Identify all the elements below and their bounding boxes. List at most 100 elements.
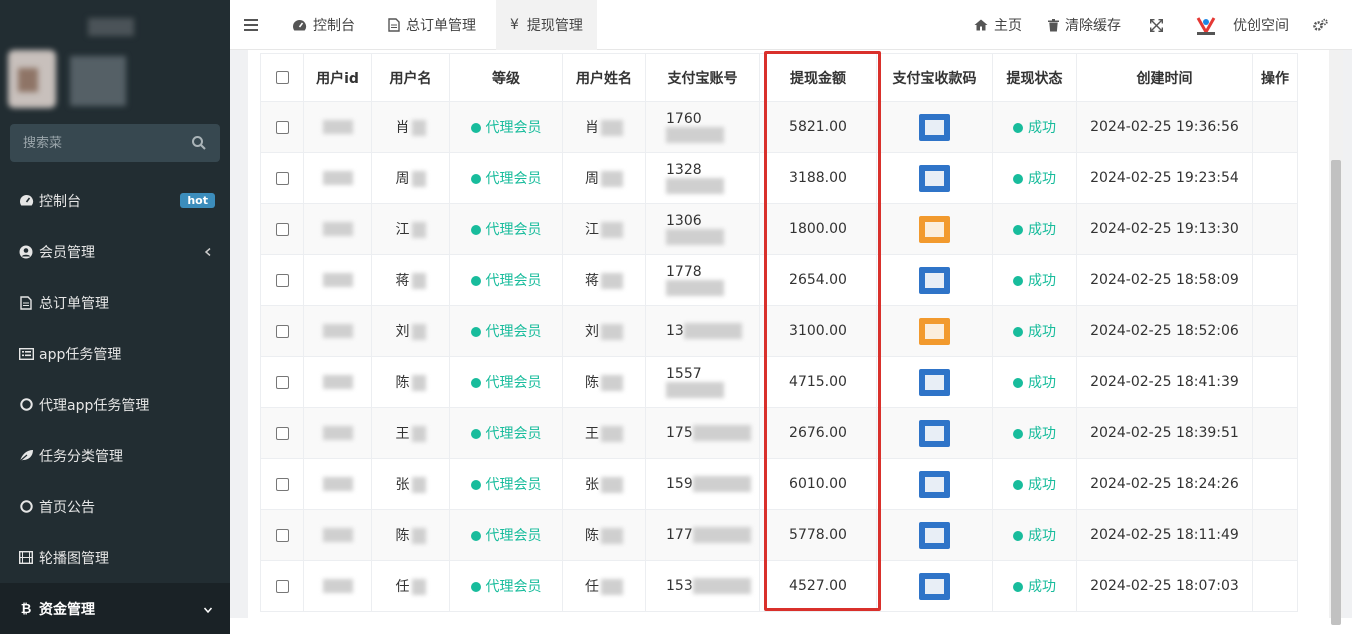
header-cell[interactable]: 支付宝账号 — [645, 53, 760, 102]
qr-code-thumbnail[interactable] — [919, 470, 950, 498]
alipay-account-cell: 153 — [645, 560, 760, 612]
actions-cell[interactable] — [1252, 305, 1298, 357]
tab-orders[interactable]: 总订单管理 — [374, 0, 490, 50]
sidebar-item-orders[interactable]: 总订单管理 — [0, 277, 230, 328]
header-cell[interactable]: 支付宝收款码 — [876, 53, 993, 102]
row-select-cell[interactable] — [260, 407, 304, 459]
qr-code-thumbnail[interactable] — [919, 215, 950, 243]
tab-dashboard[interactable]: 控制台 — [278, 0, 369, 50]
header-cell[interactable]: 创建时间 — [1076, 53, 1253, 102]
sidebar-toggle-button[interactable] — [244, 0, 264, 50]
qr-code-thumbnail[interactable] — [919, 164, 950, 192]
qr-cell[interactable] — [876, 101, 993, 153]
qr-code-thumbnail[interactable] — [919, 419, 950, 447]
header-cell[interactable]: 等级 — [449, 53, 563, 102]
masked-username — [411, 324, 426, 340]
qr-code-thumbnail[interactable] — [919, 113, 950, 141]
header-cell[interactable]: 用户姓名 — [562, 53, 646, 102]
sidebar-item-dashboard[interactable]: 控制台 hot — [0, 175, 230, 226]
tab-withdrawals[interactable]: ¥ 提现管理 — [496, 0, 597, 50]
qr-cell[interactable] — [876, 407, 993, 459]
checkbox[interactable] — [275, 477, 289, 491]
row-select-cell[interactable] — [260, 356, 304, 408]
user-id-cell — [303, 407, 372, 459]
sidebar-item-announcements[interactable]: 首页公告 — [0, 481, 230, 532]
hot-badge: hot — [180, 193, 215, 208]
qr-cell[interactable] — [876, 152, 993, 204]
header-cell[interactable]: 用户id — [303, 53, 372, 102]
actions-cell[interactable] — [1252, 560, 1298, 612]
qr-code-thumbnail[interactable] — [919, 368, 950, 396]
row-select-cell[interactable] — [260, 509, 304, 561]
status-cell: 成功 — [992, 305, 1077, 357]
checkbox[interactable] — [275, 171, 289, 185]
sidebar: 控制台 hot 会员管理 总订单管理 app任务管理 代理app任务管理 任务分… — [0, 0, 230, 634]
header-select-all[interactable] — [260, 53, 304, 102]
checkbox[interactable] — [275, 426, 289, 440]
row-select-cell[interactable] — [260, 203, 304, 255]
qr-code-thumbnail[interactable] — [919, 572, 950, 600]
checkbox[interactable] — [275, 71, 289, 84]
row-select-cell[interactable] — [260, 305, 304, 357]
settings-button[interactable] — [1313, 0, 1334, 50]
actions-cell[interactable] — [1252, 356, 1298, 408]
qr-cell[interactable] — [876, 305, 993, 357]
brand-link[interactable]: 优创空间 — [1195, 0, 1289, 50]
created-time-cell: 2024-02-25 18:52:06 — [1076, 305, 1253, 357]
row-select-cell[interactable] — [260, 458, 304, 510]
qr-cell[interactable] — [876, 458, 993, 510]
status-text: 成功 — [1028, 273, 1056, 289]
qr-code-thumbnail[interactable] — [919, 266, 950, 294]
sidebar-item-app-tasks[interactable]: app任务管理 — [0, 328, 230, 379]
header-cell[interactable]: 提现状态 — [992, 53, 1077, 102]
created-time-text: 2024-02-25 18:24:26 — [1090, 476, 1239, 492]
masked-user-id — [322, 120, 353, 134]
actions-cell[interactable] — [1252, 407, 1298, 459]
scrollbar-thumb[interactable] — [1331, 160, 1341, 625]
status-text: 成功 — [1028, 528, 1056, 544]
sidebar-item-members[interactable]: 会员管理 — [0, 226, 230, 277]
header-cell[interactable]: 用户名 — [371, 53, 450, 102]
checkbox[interactable] — [275, 324, 289, 338]
actions-cell[interactable] — [1252, 509, 1298, 561]
sidebar-item-task-categories[interactable]: 任务分类管理 — [0, 430, 230, 481]
qr-cell[interactable] — [876, 356, 993, 408]
actions-cell[interactable] — [1252, 203, 1298, 255]
checkbox[interactable] — [275, 273, 289, 287]
home-link[interactable]: 主页 — [974, 0, 1022, 50]
qr-cell[interactable] — [876, 509, 993, 561]
row-select-cell[interactable] — [260, 101, 304, 153]
checkbox[interactable] — [275, 528, 289, 542]
row-select-cell[interactable] — [260, 152, 304, 204]
scrollbar[interactable] — [1329, 50, 1343, 625]
checkbox[interactable] — [275, 222, 289, 236]
actions-cell[interactable] — [1252, 458, 1298, 510]
realname-cell: 江 — [562, 203, 646, 255]
masked-realname — [601, 477, 623, 493]
checkbox[interactable] — [275, 375, 289, 389]
qr-cell[interactable] — [876, 560, 993, 612]
checkbox[interactable] — [275, 579, 289, 593]
created-time-text: 2024-02-25 18:52:06 — [1090, 323, 1239, 339]
status-cell: 成功 — [992, 203, 1077, 255]
username-cell: 周 — [371, 152, 450, 204]
row-select-cell[interactable] — [260, 254, 304, 306]
actions-cell[interactable] — [1252, 152, 1298, 204]
masked-user-id — [322, 375, 353, 389]
sidebar-item-agent-app-tasks[interactable]: 代理app任务管理 — [0, 379, 230, 430]
clear-cache-button[interactable]: 清除缓存 — [1048, 0, 1121, 50]
qr-code-thumbnail[interactable] — [919, 521, 950, 549]
sidebar-search-input[interactable] — [10, 124, 180, 162]
actions-cell[interactable] — [1252, 101, 1298, 153]
qr-code-thumbnail[interactable] — [919, 317, 950, 345]
sidebar-item-carousel[interactable]: 轮播图管理 — [0, 532, 230, 583]
fullscreen-button[interactable] — [1150, 0, 1169, 50]
user-id-cell — [303, 356, 372, 408]
qr-cell[interactable] — [876, 203, 993, 255]
search-icon[interactable] — [191, 135, 207, 151]
row-select-cell[interactable] — [260, 560, 304, 612]
checkbox[interactable] — [275, 120, 289, 134]
sidebar-item-funds[interactable]: ₿ 资金管理 — [0, 583, 230, 634]
qr-cell[interactable] — [876, 254, 993, 306]
actions-cell[interactable] — [1252, 254, 1298, 306]
